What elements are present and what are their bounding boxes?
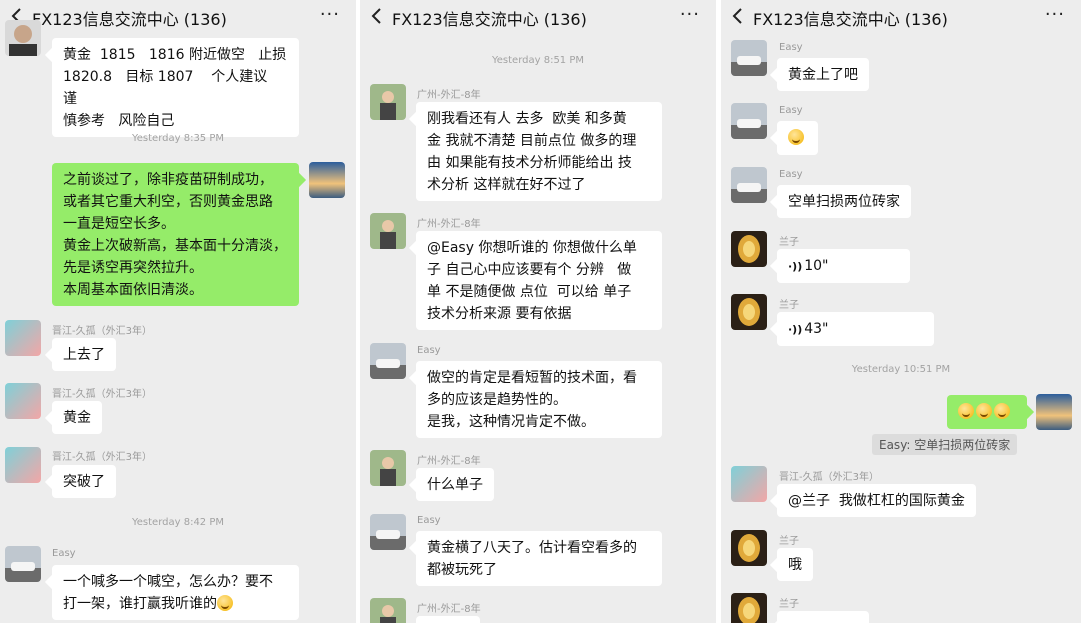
avatar[interactable] xyxy=(731,294,767,330)
voice-wave-icon: ·)) xyxy=(788,260,803,273)
avatar[interactable] xyxy=(370,514,406,550)
message-bubble[interactable]: 做空的肯定是看短暂的技术面，看 多的应该是趋势性的。 是我，这种情况肯定不做。 xyxy=(416,361,662,438)
sender-name: 广州-外汇-8年 xyxy=(417,456,481,467)
message-bubble[interactable]: @兰子 我做杠杠的国际黄金 xyxy=(777,484,976,517)
avatar[interactable] xyxy=(370,450,406,486)
message-bubble[interactable]: 一个喊多一个喊空，怎么办？要不 打一架，谁打赢我听谁的 xyxy=(52,565,299,620)
sender-name: 晋江-久孤（外汇3年） xyxy=(52,326,152,337)
sender-name: 广州-外汇-8年 xyxy=(417,90,481,101)
sender-name: 广州-外汇-8年 xyxy=(417,219,481,230)
message-bubble[interactable]: @Easy 你想听谁的 你想做什么单 子 自己心中应该要有个 分辨 做 单 不是… xyxy=(416,231,662,330)
sender-name: 晋江-久孤（外汇3年） xyxy=(52,452,152,463)
message-bubble-outgoing[interactable]: 之前谈过了，除非疫苗研制成功， 或者其它重大利空，否则黄金思路 一直是短空长多。… xyxy=(52,163,299,306)
sender-name: Easy xyxy=(417,345,441,356)
message-bubble[interactable] xyxy=(416,616,480,623)
avatar[interactable] xyxy=(731,231,767,267)
avatar[interactable] xyxy=(5,546,41,582)
chat-panel-3: FX123信息交流中心 (136) ··· Easy 黄金上了吧 Easy Ea… xyxy=(721,0,1081,623)
avatar[interactable] xyxy=(731,40,767,76)
sender-name: Easy xyxy=(779,105,803,116)
message-bubble[interactable]: 黄金 xyxy=(52,401,102,434)
message-bubble[interactable]: 空单扫损两位砖家 xyxy=(777,185,911,218)
chat-header: FX123信息交流中心 (136) ··· xyxy=(0,0,356,34)
tongue-out-emoji-icon xyxy=(958,403,974,419)
tongue-out-emoji-icon xyxy=(976,403,992,419)
message-bubble[interactable]: 哦 xyxy=(777,548,813,581)
chat-header: FX123信息交流中心 (136) ··· xyxy=(721,0,1081,34)
message-bubble[interactable]: 什么单子 xyxy=(416,468,494,501)
my-avatar[interactable] xyxy=(309,162,345,198)
timestamp: Yesterday 8:42 PM xyxy=(131,517,225,528)
grinning-emoji-icon xyxy=(788,129,804,145)
quoted-reply[interactable]: Easy: 空单扫损两位砖家 xyxy=(872,434,1018,455)
chevron-left-icon[interactable] xyxy=(727,5,749,27)
avatar[interactable] xyxy=(370,343,406,379)
sender-name: 兰子 xyxy=(779,536,799,547)
timestamp: Yesterday 10:51 PM xyxy=(851,364,951,375)
sender-name: 广州-外汇-8年 xyxy=(417,604,481,615)
timestamp: Yesterday 8:51 PM xyxy=(491,55,585,66)
avatar[interactable] xyxy=(5,383,41,419)
message-bubble[interactable]: 黄金上了吧 xyxy=(777,58,869,91)
more-options-icon[interactable]: ··· xyxy=(320,6,340,24)
chat-title: FX123信息交流中心 (136) xyxy=(32,10,227,29)
message-bubble[interactable]: 刚我看还有人 去多 欧美 和多黄 金 我就不清楚 目前点位 做多的理 由 如果能… xyxy=(416,102,662,201)
message-bubble[interactable]: 黄金横了八天了。估计看空看多的 都被玩死了 xyxy=(416,531,662,586)
laughing-emoji-icon xyxy=(217,595,233,611)
avatar[interactable] xyxy=(370,598,406,623)
voice-message[interactable]: ·)) 10" xyxy=(777,249,910,283)
sender-name: 晋江-久孤（外汇3年） xyxy=(52,389,152,400)
chat-panel-2: FX123信息交流中心 (136) ··· Yesterday 8:51 PM … xyxy=(360,0,716,623)
message-bubble[interactable]: 突破了 xyxy=(52,465,116,498)
message-text: 一个喊多一个喊空，怎么办？要不 打一架，谁打赢我听谁的 xyxy=(63,574,273,612)
message-bubble[interactable]: 上去了 xyxy=(52,338,116,371)
avatar[interactable] xyxy=(731,167,767,203)
avatar[interactable] xyxy=(731,103,767,139)
avatar[interactable] xyxy=(5,447,41,483)
message-bubble[interactable]: 黄金 1815 1816 附近做空 止损 1820.8 目标 1807 个人建议… xyxy=(52,38,299,137)
sender-name: 兰子 xyxy=(779,300,799,311)
chat-panel-1: FX123信息交流中心 (136) ··· 黄金 1815 1816 附近做空 … xyxy=(0,0,356,623)
voice-message[interactable]: ·)) 43" xyxy=(777,312,934,346)
chat-title: FX123信息交流中心 (136) xyxy=(753,10,948,29)
avatar[interactable] xyxy=(5,20,41,56)
avatar[interactable] xyxy=(731,530,767,566)
voice-duration: 10" xyxy=(804,258,829,274)
sender-name: 兰子 xyxy=(779,599,799,610)
my-avatar[interactable] xyxy=(1036,394,1072,430)
tongue-out-emoji-icon xyxy=(994,403,1010,419)
chevron-left-icon[interactable] xyxy=(366,5,388,27)
voice-duration: 43" xyxy=(804,321,829,337)
avatar[interactable] xyxy=(5,320,41,356)
voice-wave-icon: ·)) xyxy=(788,323,803,336)
avatar[interactable] xyxy=(731,466,767,502)
sender-name: Easy xyxy=(417,515,441,526)
sender-name: 晋江-久孤（外汇3年） xyxy=(779,472,879,483)
more-options-icon[interactable]: ··· xyxy=(680,6,700,24)
chat-header: FX123信息交流中心 (136) ··· xyxy=(360,0,716,34)
message-bubble[interactable] xyxy=(777,121,818,155)
sender-name: Easy xyxy=(779,42,803,53)
sender-name: 兰子 xyxy=(779,237,799,248)
more-options-icon[interactable]: ··· xyxy=(1045,6,1065,24)
avatar[interactable] xyxy=(370,84,406,120)
chat-title: FX123信息交流中心 (136) xyxy=(392,10,587,29)
message-bubble-outgoing[interactable] xyxy=(947,395,1027,429)
timestamp: Yesterday 8:35 PM xyxy=(131,133,225,144)
sender-name: Easy xyxy=(52,548,76,559)
sender-name: Easy xyxy=(779,169,803,180)
message-bubble[interactable] xyxy=(777,611,869,623)
avatar[interactable] xyxy=(370,213,406,249)
avatar[interactable] xyxy=(731,593,767,623)
